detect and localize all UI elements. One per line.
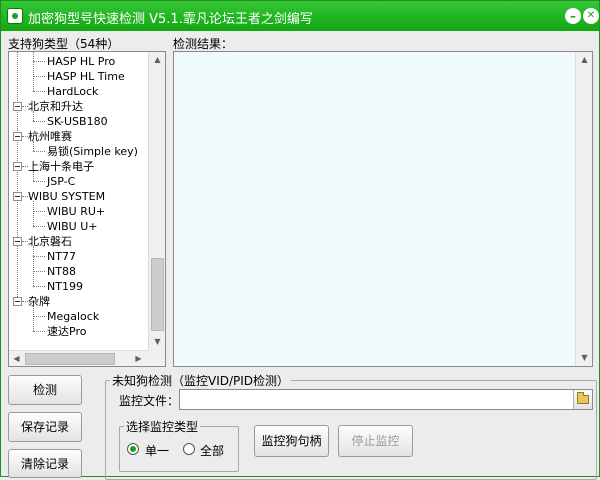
tree-node-label: JSP-C: [47, 175, 76, 188]
tree-node-connector: [33, 91, 45, 92]
collapse-icon[interactable]: [13, 192, 22, 201]
tree-node-label: 北京磐石: [28, 235, 72, 248]
tree-horizontal-scrollbar[interactable]: ◀ ▶: [9, 350, 148, 366]
tree-hscroll-thumb[interactable]: [25, 353, 115, 365]
collapse-icon[interactable]: [13, 132, 22, 141]
tree-group-node[interactable]: 北京和升达: [9, 99, 148, 114]
monitor-type-group-title: 选择监控类型: [124, 418, 201, 435]
scroll-left-arrow-icon[interactable]: ◀: [9, 351, 24, 366]
all-radio[interactable]: [183, 443, 195, 455]
tree-leaf-node[interactable]: WIBU RU+: [9, 204, 148, 219]
close-button[interactable]: ✕: [583, 8, 599, 24]
tree-leaf-node[interactable]: JSP-C: [9, 174, 148, 189]
result-scroll-down-arrow-icon[interactable]: ▼: [577, 350, 592, 365]
tree-node-connector: [33, 181, 45, 182]
tree-leaf-node[interactable]: HASP HL Pro: [9, 54, 148, 69]
tree-leaf-node[interactable]: 易锁(Simple key): [9, 144, 148, 159]
tree-node-label: HASP HL Pro: [47, 55, 116, 68]
tree-group-node[interactable]: 北京磐石: [9, 234, 148, 249]
tree-leaf-node[interactable]: 速达Pro: [9, 324, 148, 339]
tree-leaf-node[interactable]: HASP HL Time: [9, 69, 148, 84]
single-radio-label[interactable]: 单一: [145, 442, 169, 459]
tree-leaf-node[interactable]: SK-USB180: [9, 114, 148, 129]
tree-node-label: 上海十条电子: [28, 160, 94, 173]
tree-node-label: 杭州唯赛: [28, 130, 72, 143]
tree-node-connector: [33, 76, 45, 77]
unknown-dongle-group-title: 未知狗检测（监控VID/PID检测）: [110, 372, 292, 389]
tree-node-connector: [33, 226, 45, 227]
detect-button[interactable]: 检测: [8, 375, 82, 405]
clear-log-button[interactable]: 清除记录: [8, 449, 82, 478]
tree-node-label: HASP HL Time: [47, 70, 125, 83]
tree-node-connector: [33, 316, 45, 317]
tree-node-label: Megalock: [47, 310, 100, 323]
app-logo-icon: [7, 8, 23, 24]
dongle-type-tree[interactable]: HASP HL Pro HASP HL Time HardLock 北京和升达 SK-U…: [8, 51, 166, 367]
tree-node-connector: [33, 211, 45, 212]
scroll-down-arrow-icon[interactable]: ▼: [150, 334, 165, 349]
tree-node-connector: [33, 61, 45, 62]
collapse-icon[interactable]: [13, 162, 22, 171]
tree-node-label: WIBU RU+: [47, 205, 106, 218]
tree-group-node[interactable]: 上海十条电子: [9, 159, 148, 174]
window-title: 加密狗型号快速检测 V5.1.霏凡论坛王者之剑编写: [28, 12, 313, 27]
monitor-file-input[interactable]: [179, 389, 593, 410]
tree-node-connector: [33, 331, 45, 332]
collapse-icon[interactable]: [13, 237, 22, 246]
result-textarea[interactable]: ▲ ▼: [173, 51, 593, 367]
scroll-right-arrow-icon[interactable]: ▶: [131, 351, 146, 366]
tree-node-connector: [33, 121, 45, 122]
tree-label: 支持狗类型（54种）: [8, 37, 120, 51]
tree-node-label: 速达Pro: [47, 325, 87, 338]
result-vertical-scrollbar[interactable]: ▲ ▼: [575, 52, 592, 366]
scrollbar-corner: [148, 350, 165, 366]
tree-node-label: WIBU U+: [47, 220, 98, 233]
tree-leaf-node[interactable]: HardLock: [9, 84, 148, 99]
minimize-button[interactable]: –: [565, 8, 581, 24]
tree-node-label: SK-USB180: [47, 115, 108, 128]
tree-node-connector: [33, 151, 45, 152]
tree-node-label: 北京和升达: [28, 100, 83, 113]
tree-node-connector: [33, 271, 45, 272]
collapse-icon[interactable]: [13, 102, 22, 111]
tree-node-label: NT88: [47, 265, 76, 278]
tree-node-label: NT199: [47, 280, 83, 293]
single-radio[interactable]: [127, 443, 139, 455]
result-label: 检测结果：: [173, 37, 234, 51]
tree-scroll-thumb[interactable]: [151, 258, 164, 331]
scroll-up-arrow-icon[interactable]: ▲: [150, 52, 165, 67]
tree-node-label: NT77: [47, 250, 76, 263]
tree-vertical-scrollbar[interactable]: ▲ ▼: [148, 52, 165, 350]
tree-leaf-node[interactable]: NT77: [9, 249, 148, 264]
title-bar[interactable]: 加密狗型号快速检测 V5.1.霏凡论坛王者之剑编写 – ✕: [1, 1, 599, 31]
all-radio-label[interactable]: 全部: [200, 442, 224, 459]
tree-node-connector: [33, 286, 45, 287]
main-window: 加密狗型号快速检测 V5.1.霏凡论坛王者之剑编写 – ✕ 支持狗类型（54种）…: [0, 0, 600, 480]
tree-leaf-node[interactable]: NT199: [9, 279, 148, 294]
monitor-handle-button[interactable]: 监控狗句柄: [254, 425, 329, 457]
tree-leaf-node[interactable]: NT88: [9, 264, 148, 279]
tree-group-node[interactable]: 杂牌: [9, 294, 148, 309]
collapse-icon[interactable]: [13, 297, 22, 306]
tree-node-label: 杂牌: [28, 295, 50, 308]
tree-items: HASP HL Pro HASP HL Time HardLock 北京和升达 SK-U…: [9, 52, 148, 347]
tree-node-label: HardLock: [47, 85, 99, 98]
browse-button[interactable]: [573, 390, 592, 409]
tree-node-label: WIBU SYSTEM: [28, 190, 106, 203]
result-scroll-up-arrow-icon[interactable]: ▲: [577, 52, 592, 67]
tree-node-label: 易锁(Simple key): [47, 145, 138, 158]
monitor-file-label: 监控文件：: [119, 394, 180, 408]
tree-leaf-node[interactable]: WIBU U+: [9, 219, 148, 234]
tree-node-connector: [33, 256, 45, 257]
tree-group-node[interactable]: 杭州唯赛: [9, 129, 148, 144]
open-folder-icon: [577, 392, 589, 404]
stop-monitor-button[interactable]: 停止监控: [338, 425, 413, 457]
save-log-button[interactable]: 保存记录: [8, 412, 82, 442]
tree-group-node[interactable]: WIBU SYSTEM: [9, 189, 148, 204]
tree-leaf-node[interactable]: Megalock: [9, 309, 148, 324]
